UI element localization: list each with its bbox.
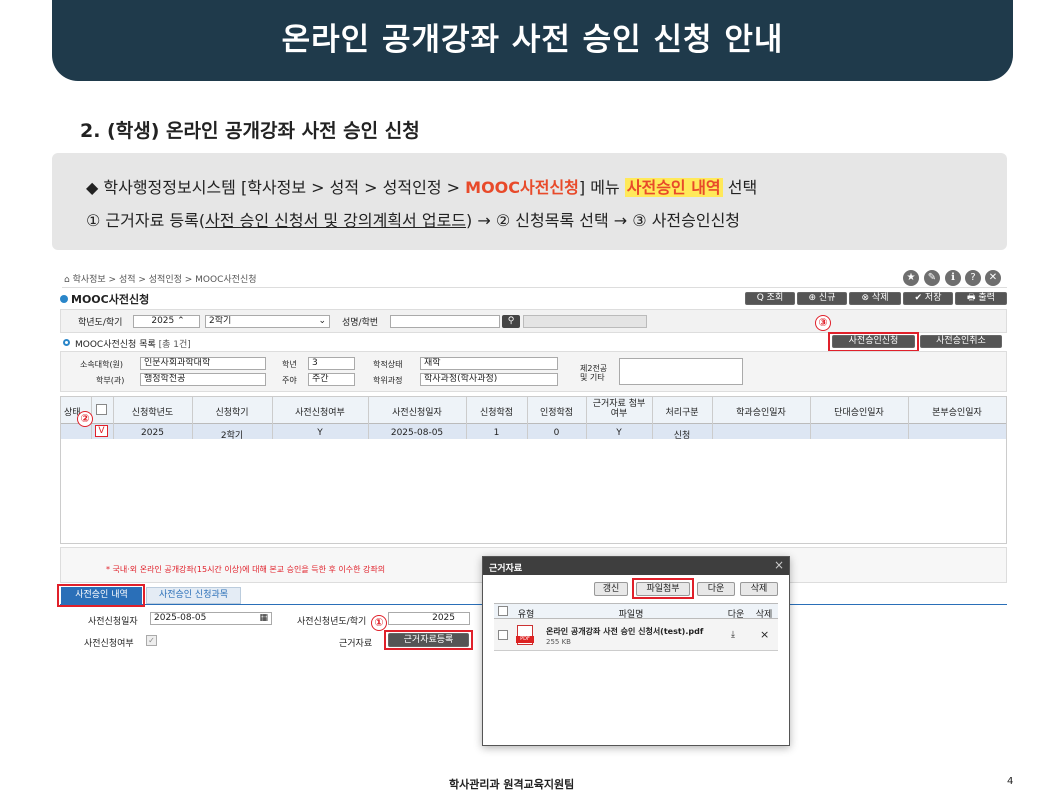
instruction-line-1: ◆ 학사행정정보시스템 [학사정보 > 성적 > 성적인정 > MOOC사전신청… [86,178,758,197]
delete-icon[interactable]: × [760,628,769,641]
cell-evidence: Y [616,428,622,438]
col-pre-flag: 사전신청여부 [295,408,345,418]
step-1-marker: ① [371,615,387,631]
instruction-box [52,153,1007,250]
pre-approval-apply-button[interactable]: 사전승인신청 [832,335,915,348]
close-icon[interactable]: ✕ [985,270,1001,286]
footer-org: 학사관리과 원격교육지원팀 [449,778,575,791]
step-2-marker: ② [77,411,93,427]
col-term: 신청학기 [215,408,249,418]
print-button[interactable]: 🖶 출력 [955,292,1007,305]
col-process: 처리구분 [665,408,699,418]
name-display-field [523,315,647,328]
cell-pre-flag: Y [317,428,323,438]
tab-approval-history[interactable]: 사전승인 내역 [61,587,142,604]
college-label: 소속대학(원) [80,360,124,369]
name-id-input[interactable] [390,315,500,328]
download-button[interactable]: 다운 [697,582,735,596]
cell-credit: 1 [493,428,500,438]
download-icon[interactable]: ⤓ [731,630,735,640]
pre-flag-checkbox[interactable]: ✓ [146,635,157,646]
course-label: 학위과정 [373,376,403,385]
new-button[interactable]: ⊕ 신규 [797,292,847,305]
favorite-icon[interactable]: ★ [903,270,919,286]
cell-process: 신청 [673,431,691,441]
tab-apply-subjects[interactable]: 사전승인 신청과목 [146,587,241,604]
bullet-icon [60,295,68,303]
row-checkbox[interactable]: V [95,425,108,437]
step-3-marker: ③ [815,315,831,331]
col-college-approval: 단대승인일자 [834,408,884,418]
year-term-label: 학년도/학기 [78,318,123,328]
col-evidence: 근거자료 첨부여부 [592,399,646,419]
slide-title: 온라인 공개강좌 사전 승인 신청 안내 [52,0,1013,81]
cell-recognized-credit: 0 [553,428,560,438]
evidence-label: 근거자료 [339,639,373,649]
file-select-all-checkbox[interactable] [498,606,508,616]
col-year: 신청학년도 [131,408,174,418]
date-field[interactable]: 2025-08-05 ▦ [150,612,272,625]
pre-approval-cancel-button[interactable]: 사전승인취소 [920,335,1002,348]
name-id-label: 성명/학번 [342,318,379,328]
file-row-checkbox[interactable] [498,630,508,640]
file-name: 온라인 공개강좌 사전 승인 신청서(test).pdf [546,627,704,636]
col-hq-approval: 본부승인일자 [932,408,982,418]
search-icon[interactable]: ⚲ [502,315,520,328]
date-label: 사전신청일자 [88,617,138,627]
grade-field: 3 [308,357,355,370]
slide-subtitle: 2. (학생) 온라인 공개강좌 사전 승인 신청 [80,120,420,142]
refresh-button[interactable]: 갱신 [594,582,628,596]
day-night-label: 주야 [282,376,297,385]
attach-file-button[interactable]: 파일첨부 [636,582,690,596]
page-number: 4 [1007,776,1014,787]
term-select[interactable]: 2학기 ⌄ [205,315,330,328]
dialog-title: 근거자료 [489,564,523,574]
instruction-line-2: ① 근거자료 등록(사전 승인 신청서 및 강의계획서 업로드) → ② 신청목… [86,211,741,230]
college-field: 인문사회과학대학 [140,357,266,370]
status-field: 재학 [420,357,558,370]
save-button[interactable]: ✔ 저장 [903,292,953,305]
cell-pre-date: 2025-08-05 [390,428,444,438]
bullet-icon [63,339,70,346]
dept-field: 행정학전공 [140,373,266,386]
file-size: 255 KB [546,638,571,646]
cell-term: 2학기 [220,431,244,441]
grade-label: 학년 [282,360,297,369]
course-field: 학사과정(학사과정) [420,373,558,386]
info-icon[interactable]: ℹ [945,270,961,286]
notice-text: * 국내·외 온라인 공개강좌(15시간 이상)에 대해 본교 승인을 득한 후… [106,565,386,574]
help-icon[interactable]: ? [965,270,981,286]
term-label: 사전신청년도/학기 [297,617,367,627]
list-title: MOOC사전신청 목록 [총 1건] [75,340,191,350]
select-all-checkbox[interactable] [96,404,107,415]
col-credit: 신청학점 [479,408,514,418]
detail-year-select[interactable]: 2025 [388,612,470,625]
breadcrumb: ⌂ 학사정보 > 성적 > 성적인정 > MOOC사전신청 [64,275,257,285]
divider [62,287,1007,288]
dept-label: 학부(과) [96,376,125,385]
etc-label: 및 기타 [580,373,605,382]
dialog-close-icon[interactable]: × [774,558,784,572]
page-title: MOOC사전신청 [71,293,150,306]
status-label: 학적상태 [373,360,403,369]
evidence-register-button[interactable]: 근거자료등록 [388,633,469,647]
cell-year: 2025 [141,428,164,438]
dialog-titlebar [483,557,789,575]
year-select[interactable]: 2025 ⌃ [133,315,200,328]
delete-button[interactable]: ⊗ 삭제 [849,292,901,305]
col-pre-date: 사전신청일자 [392,408,442,418]
search-button[interactable]: Q 조회 [745,292,795,305]
pdf-icon: PDF [516,625,534,645]
second-major-field [619,358,743,385]
day-night-field: 주간 [308,373,355,386]
pre-flag-label: 사전신청여부 [84,639,134,649]
delete-file-button[interactable]: 삭제 [740,582,778,596]
col-dept-approval: 학과승인일자 [736,408,786,418]
edit-icon[interactable]: ✎ [924,270,940,286]
col-recognized-credit: 인정학점 [539,408,574,418]
